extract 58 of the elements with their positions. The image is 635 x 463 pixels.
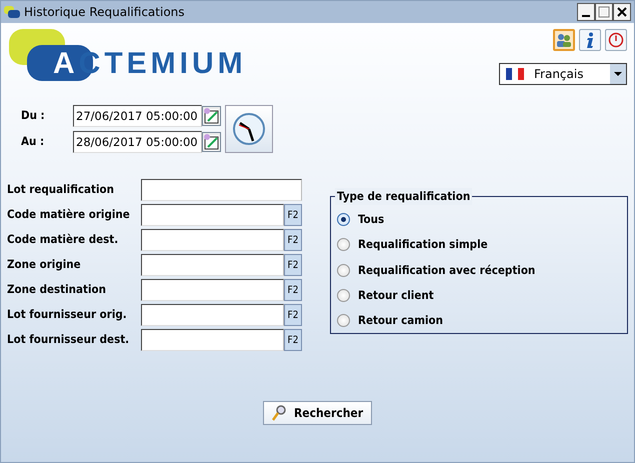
date-field[interactable]: 27/06/2017 05:00:00	[73, 105, 202, 127]
lookup-button[interactable]: F2	[284, 254, 302, 276]
text-field[interactable]	[141, 329, 284, 351]
field-label: Lot fournisseur orig.	[7, 306, 128, 324]
close-button[interactable]	[613, 3, 631, 21]
date-label: Du :	[21, 107, 46, 124]
option-label[interactable]: Tous	[358, 211, 384, 228]
radio-button[interactable]	[337, 314, 350, 328]
power-icon	[608, 32, 624, 48]
date-field[interactable]: 28/06/2017 05:00:00	[73, 131, 202, 153]
text-field[interactable]	[141, 204, 284, 226]
text-field[interactable]	[141, 229, 284, 251]
window-title: Historique Requalifications	[24, 4, 185, 21]
group-title: Type de requalification	[335, 188, 472, 206]
info-button[interactable]	[579, 29, 601, 51]
field-label: Zone destination	[7, 281, 107, 298]
radio-button[interactable]	[337, 238, 350, 252]
option-label[interactable]: Requalification avec réception	[358, 262, 536, 279]
app-icon	[4, 6, 20, 18]
text-field[interactable]	[141, 179, 302, 201]
calendar-icon[interactable]	[202, 132, 221, 152]
field-label: Lot fournisseur dest.	[7, 331, 130, 348]
radio-button[interactable]	[337, 213, 350, 226]
minimize-button[interactable]	[577, 3, 595, 21]
lookup-button[interactable]: F2	[284, 279, 302, 301]
clock-button[interactable]	[225, 105, 273, 153]
radio-button[interactable]	[337, 288, 350, 302]
field-label: Zone origine	[7, 256, 82, 274]
language-dropdown[interactable]: Français	[499, 63, 627, 85]
lookup-button[interactable]: F2	[284, 204, 302, 226]
text-field[interactable]	[141, 279, 284, 301]
lookup-button[interactable]: F2	[284, 229, 302, 251]
close-icon	[617, 7, 627, 17]
caret-icon	[614, 72, 622, 76]
text-field[interactable]	[141, 304, 284, 326]
option-label[interactable]: Retour camion	[358, 312, 444, 330]
maximize-button[interactable]	[595, 3, 613, 21]
info-icon	[585, 32, 595, 48]
field-label: Lot requalification	[7, 181, 115, 198]
radio-button[interactable]	[337, 264, 350, 277]
clock-icon	[231, 111, 267, 147]
users-icon	[556, 33, 572, 47]
lookup-button[interactable]: F2	[284, 329, 302, 351]
minimize-icon	[582, 15, 590, 17]
option-label[interactable]: Requalification simple	[358, 236, 488, 254]
flag-icon	[506, 68, 524, 80]
date-label: Au :	[21, 133, 46, 150]
option-label[interactable]: Retour client	[358, 286, 434, 304]
field-label: Code matière origine	[7, 206, 131, 224]
search-icon	[272, 405, 286, 421]
text-field[interactable]	[141, 254, 284, 276]
power-button[interactable]	[605, 29, 627, 51]
field-label: Code matière dest.	[7, 231, 120, 248]
users-button[interactable]	[553, 29, 575, 51]
maximize-icon	[598, 6, 610, 18]
search-button[interactable]: Rechercher	[262, 401, 372, 425]
lookup-button[interactable]: F2	[284, 304, 302, 326]
calendar-icon[interactable]	[202, 106, 221, 126]
